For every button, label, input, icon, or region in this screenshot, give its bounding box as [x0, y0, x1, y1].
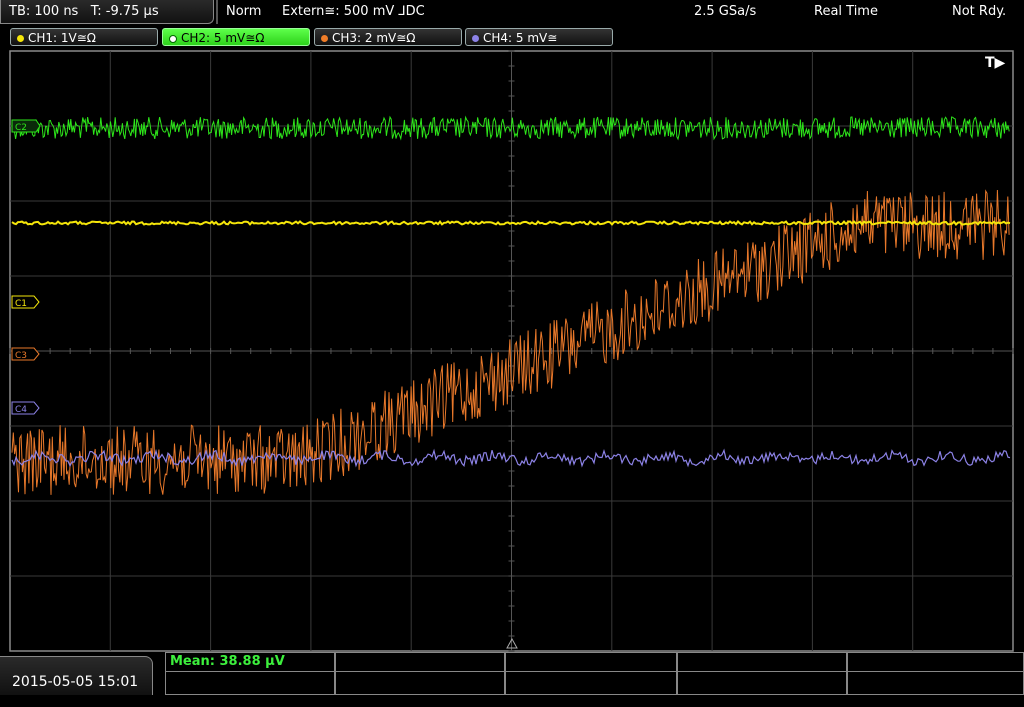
ch2-ground-marker[interactable]: C2 — [11, 119, 41, 133]
timebase-value: TB: 100 ns — [9, 4, 79, 19]
trigger-mode[interactable]: Norm — [226, 0, 261, 24]
top-separator — [216, 0, 218, 24]
trigger-position-marker[interactable]: T▶ — [985, 55, 1006, 71]
ch4-label: CH4: 5 mV≅ — [483, 31, 558, 45]
channel-tab-ch1[interactable]: CH1: 1V≅Ω — [10, 28, 158, 46]
measurement-cell-8[interactable] — [505, 672, 677, 695]
channel-tab-ch2[interactable]: CH2: 5 mV≅Ω — [162, 28, 310, 46]
ch4-ground-marker[interactable]: C4 — [11, 401, 40, 415]
ch3-marker-label: C3 — [15, 351, 27, 361]
acquisition-mode[interactable]: Real Time — [814, 0, 878, 24]
channel-tab-ch4[interactable]: CH4: 5 mV≅ — [465, 28, 613, 46]
sample-rate[interactable]: 2.5 GSa/s — [694, 0, 756, 24]
ch1-dot-icon — [17, 35, 24, 42]
measurement-cell-7[interactable] — [335, 672, 505, 695]
measurement-cell-1[interactable]: Mean: 38.88 µV — [165, 652, 335, 672]
measurement-cell-4[interactable] — [677, 652, 847, 672]
measurement-bar[interactable]: Mean: 38.88 µV — [165, 652, 1024, 695]
ch2-label: CH2: 5 mV≅Ω — [181, 31, 265, 45]
ch2-marker-label: C2 — [15, 123, 27, 133]
ch4-dot-icon — [472, 35, 479, 42]
measurement-cell-3[interactable] — [505, 652, 677, 672]
acquisition-status: Not Rdy. — [952, 4, 1007, 19]
trigger-source[interactable]: Extern≅: 500 mV ⅃DC — [282, 0, 425, 24]
waveform-display[interactable]: C2 C1 C3 C4 T▶ — [0, 48, 1024, 654]
mean-measurement: Mean: 38.88 µV — [170, 654, 285, 669]
measurement-cell-9[interactable] — [677, 672, 847, 695]
ch1-ground-marker[interactable]: C1 — [11, 295, 40, 309]
timebase-box[interactable]: TB: 100 ns T: -9.75 µs — [0, 0, 214, 24]
ch3-dot-icon — [321, 35, 328, 42]
measurement-cell-10[interactable] — [847, 672, 1024, 695]
ch4-marker-label: C4 — [15, 405, 27, 415]
channel-tab-ch3[interactable]: CH3: 2 mV≅Ω — [314, 28, 462, 46]
ch1-label: CH1: 1V≅Ω — [28, 31, 96, 45]
ch3-label: CH3: 2 mV≅Ω — [332, 31, 416, 45]
date-time-display: 2015-05-05 15:01 — [0, 656, 153, 695]
measurement-cell-5[interactable] — [847, 652, 1024, 672]
measurement-cell-6[interactable] — [165, 672, 335, 695]
ch2-dot-icon — [169, 34, 177, 43]
measurement-cell-2[interactable] — [335, 652, 505, 672]
ch3-ground-marker[interactable]: C3 — [11, 347, 40, 361]
ch1-marker-label: C1 — [15, 299, 27, 309]
status-bar: TB: 100 ns T: -9.75 µs Norm Extern≅: 500… — [0, 0, 1024, 26]
trigger-time-value: T: -9.75 µs — [90, 4, 159, 19]
waveform-canvas: C2 C1 C3 C4 T▶ — [9, 50, 1014, 652]
